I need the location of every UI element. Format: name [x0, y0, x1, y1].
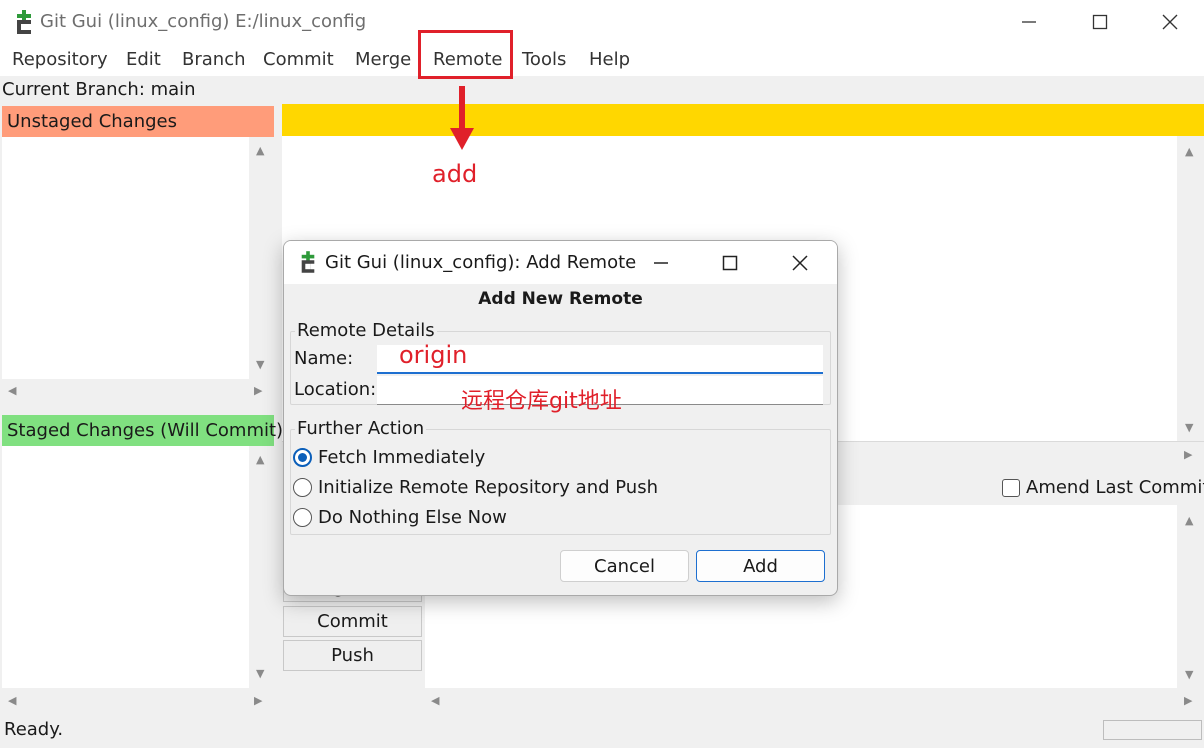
commit-button[interactable]: Commit — [283, 606, 422, 637]
commit-vscrollbar[interactable]: ▲ ▼ — [1177, 505, 1204, 688]
status-text: Ready. — [4, 719, 64, 740]
diff-vscrollbar[interactable]: ▲ ▼ — [1177, 136, 1204, 441]
close-button[interactable] — [1150, 8, 1190, 36]
diff-header-bar — [282, 104, 1204, 136]
scroll-left-icon[interactable]: ◀ — [8, 385, 16, 397]
dialog-title: Git Gui (linux_config): Add Remote — [325, 252, 637, 273]
dialog-heading: Add New Remote — [478, 289, 643, 309]
unstaged-file-list[interactable] — [2, 137, 249, 379]
remote-highlight-box — [418, 30, 513, 79]
scroll-down-icon[interactable]: ▼ — [256, 668, 264, 680]
git-gui-app-icon — [301, 251, 315, 273]
name-label: Name: — [294, 348, 354, 369]
maximize-icon — [722, 255, 738, 271]
option-label: Initialize Remote Repository and Push — [318, 477, 658, 498]
remote-details-legend: Remote Details — [295, 320, 437, 341]
push-button[interactable]: Push — [283, 640, 422, 671]
scroll-right-icon[interactable]: ▶ — [254, 695, 262, 707]
close-icon — [1162, 14, 1178, 30]
radio-selected-icon[interactable] — [293, 448, 312, 467]
menu-commit[interactable]: Commit — [263, 49, 334, 70]
scroll-left-icon[interactable]: ◀ — [8, 695, 16, 707]
current-branch-label: Current Branch: main — [2, 79, 196, 100]
further-action-legend: Further Action — [295, 418, 427, 439]
menu-edit[interactable]: Edit — [126, 49, 161, 70]
minimize-icon — [654, 262, 668, 264]
close-icon — [792, 255, 808, 271]
staged-vscrollbar[interactable]: ▲ ▼ — [249, 446, 274, 688]
status-progress-box — [1103, 720, 1202, 740]
maximize-button[interactable] — [1080, 8, 1120, 36]
dialog-titlebar: Git Gui (linux_config): Add Remote — [284, 241, 837, 284]
window-titlebar: Git Gui (linux_config) E:/linux_config — [0, 0, 1204, 44]
annotation-arrow-icon — [450, 86, 474, 150]
menu-help[interactable]: Help — [589, 49, 630, 70]
add-remote-dialog: Git Gui (linux_config): Add Remote Add N… — [283, 240, 838, 596]
annotation-add-text: add — [432, 160, 478, 188]
unstaged-hscrollbar[interactable]: ◀ ▶ — [2, 379, 274, 403]
scroll-right-icon[interactable]: ▶ — [1184, 449, 1192, 461]
unstaged-changes-header: Unstaged Changes — [2, 106, 274, 137]
scroll-right-icon[interactable]: ▶ — [1184, 695, 1192, 707]
scroll-up-icon[interactable]: ▲ — [1185, 515, 1193, 527]
scroll-left-icon[interactable]: ◀ — [431, 695, 439, 707]
staged-changes-header: Staged Changes (Will Commit) — [2, 415, 283, 446]
minimize-button[interactable] — [1009, 8, 1049, 36]
amend-label: Amend Last Commit — [1026, 477, 1204, 498]
checkbox-icon[interactable] — [1002, 478, 1020, 497]
maximize-icon — [1092, 14, 1108, 30]
scroll-down-icon[interactable]: ▼ — [1185, 669, 1193, 681]
radio-icon[interactable] — [293, 508, 312, 527]
scroll-up-icon[interactable]: ▲ — [1185, 146, 1193, 158]
amend-last-commit-checkbox[interactable]: Amend Last Commit — [1002, 477, 1204, 498]
option-initialize-remote[interactable]: Initialize Remote Repository and Push — [293, 477, 658, 498]
menu-merge[interactable]: Merge — [355, 49, 411, 70]
staged-file-list[interactable] — [2, 446, 249, 688]
menu-branch[interactable]: Branch — [182, 49, 246, 70]
dialog-close-button[interactable] — [782, 249, 818, 277]
scroll-down-icon[interactable]: ▼ — [256, 359, 264, 371]
option-label: Fetch Immediately — [318, 447, 486, 468]
annotation-origin-text: origin — [399, 341, 468, 369]
scroll-up-icon[interactable]: ▲ — [256, 145, 264, 157]
menu-tools[interactable]: Tools — [522, 49, 566, 70]
dialog-minimize-button[interactable] — [643, 249, 679, 277]
menu-repository[interactable]: Repository — [12, 49, 108, 70]
radio-icon[interactable] — [293, 478, 312, 497]
location-label: Location: — [294, 379, 377, 400]
annotation-location-hint: 远程仓库git地址 — [461, 389, 622, 414]
scroll-up-icon[interactable]: ▲ — [256, 454, 264, 466]
cancel-button[interactable]: Cancel — [560, 550, 689, 582]
unstaged-vscrollbar[interactable]: ▲ ▼ — [249, 137, 274, 379]
add-button[interactable]: Add — [696, 550, 825, 582]
commit-hscrollbar[interactable]: ◀ ▶ — [425, 688, 1204, 714]
scroll-right-icon[interactable]: ▶ — [254, 385, 262, 397]
option-fetch-immediately[interactable]: Fetch Immediately — [293, 447, 485, 468]
staged-hscrollbar[interactable]: ◀ ▶ — [2, 688, 274, 714]
minimize-icon — [1022, 21, 1036, 23]
dialog-maximize-button[interactable] — [712, 249, 748, 277]
scroll-down-icon[interactable]: ▼ — [1185, 422, 1193, 434]
option-label: Do Nothing Else Now — [318, 507, 507, 528]
option-do-nothing[interactable]: Do Nothing Else Now — [293, 507, 507, 528]
git-gui-app-icon — [17, 10, 31, 34]
window-title: Git Gui (linux_config) E:/linux_config — [40, 11, 367, 32]
